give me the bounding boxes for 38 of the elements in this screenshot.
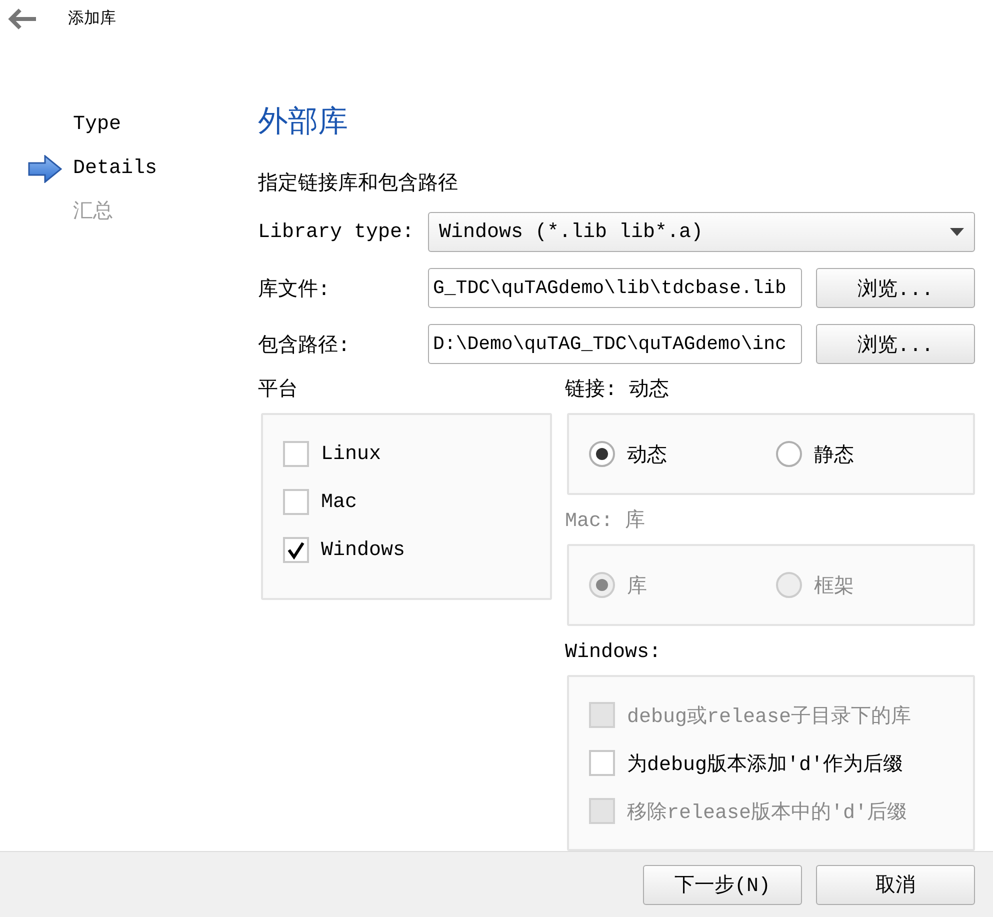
- checkbox-label: Linux: [321, 442, 382, 466]
- browse-button[interactable]: 浏览...: [816, 324, 975, 364]
- field-label: Library type:: [258, 220, 416, 244]
- radio-label: 框架: [814, 574, 854, 599]
- radio-button[interactable]: [589, 441, 615, 468]
- checkbox-label: 移除release版本中的'd'后缀: [627, 800, 908, 825]
- library-type-dropdown[interactable]: Windows (*.lib lib*.a): [428, 212, 975, 252]
- radio-label: 静态: [814, 443, 854, 468]
- page-title: 外部库: [258, 105, 349, 144]
- checkbox-label: Mac: [321, 490, 358, 514]
- window-title: 添加库: [68, 8, 116, 30]
- radio-button[interactable]: [776, 441, 802, 468]
- checkbox[interactable]: [283, 441, 309, 468]
- group-title: Mac: 库: [565, 510, 646, 534]
- checkbox-label: debug或release子目录下的库: [627, 704, 912, 729]
- dialog-button[interactable]: 下一步(N): [643, 864, 802, 905]
- checkbox[interactable]: [589, 750, 615, 776]
- group-title: 链接: 动态: [565, 379, 670, 404]
- field-label: 库文件:: [258, 277, 332, 302]
- back-icon[interactable]: [8, 8, 38, 30]
- radio-label: 动态: [627, 443, 667, 468]
- input-field[interactable]: D:\Demo\quTAG_TDC\quTAGdemo\inc: [428, 324, 802, 364]
- page-subtitle: 指定链接库和包含路径: [258, 173, 459, 198]
- caret-icon: [950, 228, 964, 236]
- dialog-button[interactable]: 取消: [816, 864, 975, 905]
- browse-button[interactable]: 浏览...: [816, 268, 975, 308]
- step-label: Details: [73, 157, 158, 182]
- group-title: 平台: [258, 379, 299, 404]
- checkbox[interactable]: [283, 489, 309, 516]
- step-label: 汇总: [73, 201, 113, 226]
- radio-label: 库: [627, 574, 647, 599]
- step-label: Type: [73, 113, 122, 138]
- input-field[interactable]: G_TDC\quTAGdemo\lib\tdcbase.lib: [428, 268, 802, 308]
- checkbox-label: Windows: [321, 538, 406, 562]
- group-title: Windows:: [565, 641, 662, 666]
- field-label: 包含路径:: [258, 334, 352, 358]
- checkbox-label: 为debug版本添加'd'作为后缀: [627, 752, 904, 777]
- checkbox[interactable]: [283, 537, 309, 564]
